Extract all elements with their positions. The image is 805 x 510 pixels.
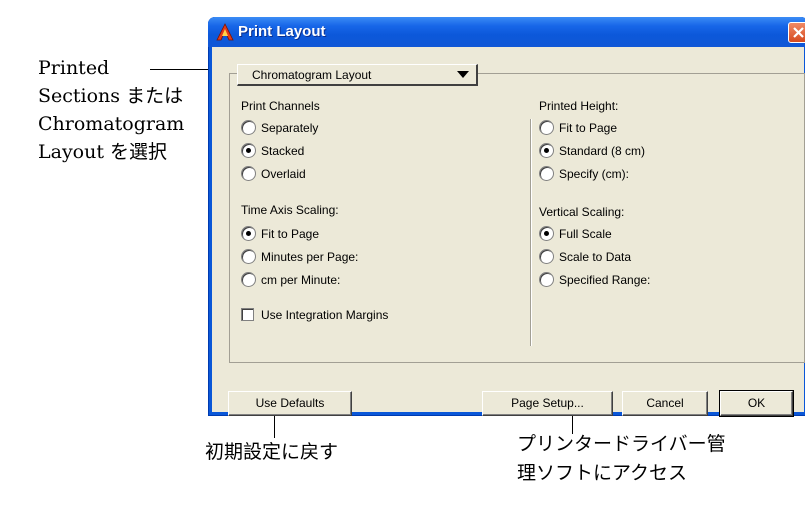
radio-specified-range-label[interactable]: Specified Range:	[559, 273, 650, 287]
ok-button[interactable]: OK	[719, 390, 794, 417]
radio-specify-cm[interactable]	[539, 166, 554, 181]
radio-specified-range[interactable]	[539, 272, 554, 287]
close-icon	[793, 27, 804, 38]
window-title: Print Layout	[238, 23, 326, 40]
chevron-down-icon	[457, 71, 469, 78]
radio-overlaid-label[interactable]: Overlaid	[261, 167, 306, 181]
radio-cm-per-minute[interactable]	[241, 272, 256, 287]
close-button[interactable]	[788, 22, 805, 43]
annotation-line: 理ソフトにアクセス	[517, 462, 688, 484]
annotation-line: プリンタードライバー管	[517, 433, 726, 455]
radio-height-fit-to-page[interactable]	[539, 120, 554, 135]
use-integration-margins-label[interactable]: Use Integration Margins	[261, 308, 388, 322]
printed-height-heading: Printed Height:	[539, 99, 619, 113]
radio-standard-8cm[interactable]	[539, 143, 554, 158]
radio-height-fit-to-page-label[interactable]: Fit to Page	[559, 121, 617, 135]
radio-scale-to-data-label[interactable]: Scale to Data	[559, 250, 631, 264]
time-axis-heading: Time Axis Scaling:	[241, 203, 339, 217]
annotation-line: Chromatogram	[38, 113, 185, 135]
radio-minutes-per-page[interactable]	[241, 249, 256, 264]
annotation-layout-select: Printed Sections または Chromatogram Layout…	[38, 54, 184, 166]
annotation-line: Sections または	[38, 85, 184, 107]
radio-cm-per-minute-label[interactable]: cm per Minute:	[261, 273, 340, 287]
use-integration-margins-checkbox[interactable]	[241, 308, 254, 321]
column-divider	[530, 119, 531, 346]
print-channels-heading: Print Channels	[241, 99, 320, 113]
app-logo-icon	[216, 23, 234, 41]
use-defaults-button[interactable]: Use Defaults	[228, 391, 352, 416]
radio-full-scale[interactable]	[539, 226, 554, 241]
layout-type-dropdown[interactable]: Chromatogram Layout	[237, 64, 478, 86]
radio-stacked-label[interactable]: Stacked	[261, 144, 304, 158]
radio-standard-8cm-label[interactable]: Standard (8 cm)	[559, 144, 645, 158]
radio-full-scale-label[interactable]: Full Scale	[559, 227, 612, 241]
dialog-body: Chromatogram Layout Print Channels Separ…	[212, 47, 805, 417]
annotation-page-setup: プリンタードライバー管 理ソフトにアクセス	[517, 430, 726, 488]
radio-separately[interactable]	[241, 120, 256, 135]
layout-type-value: Chromatogram Layout	[252, 68, 372, 82]
radio-time-fit-to-page[interactable]	[241, 226, 256, 241]
radio-minutes-per-page-label[interactable]: Minutes per Page:	[261, 250, 358, 264]
vertical-scaling-heading: Vertical Scaling:	[539, 205, 625, 219]
radio-specify-cm-label[interactable]: Specify (cm):	[559, 167, 629, 181]
radio-overlaid[interactable]	[241, 166, 256, 181]
page-setup-button[interactable]: Page Setup...	[482, 391, 613, 416]
annotation-use-defaults: 初期設定に戻す	[205, 441, 339, 463]
print-layout-dialog: Print Layout Chromatogram Layout Print C…	[208, 17, 805, 417]
annotation-line: Printed	[38, 57, 110, 79]
radio-time-fit-to-page-label[interactable]: Fit to Page	[261, 227, 319, 241]
radio-separately-label[interactable]: Separately	[261, 121, 318, 135]
title-bar[interactable]: Print Layout	[208, 17, 805, 47]
cancel-button[interactable]: Cancel	[622, 391, 708, 416]
annotation-line: Layout を選択	[38, 141, 168, 163]
radio-scale-to-data[interactable]	[539, 249, 554, 264]
radio-stacked[interactable]	[241, 143, 256, 158]
